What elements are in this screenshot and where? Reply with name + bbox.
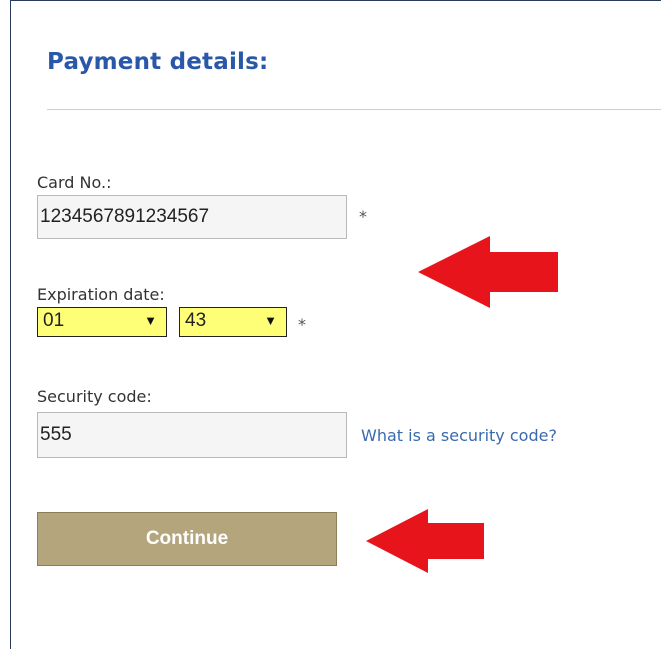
red-arrow-left-icon bbox=[418, 236, 558, 308]
expiration-required-mark: * bbox=[298, 315, 306, 334]
expiration-year-value: 43 bbox=[185, 310, 207, 331]
title-divider bbox=[47, 109, 661, 110]
card-required-mark: * bbox=[359, 207, 367, 226]
caret-down-icon: ▼ bbox=[264, 313, 277, 328]
card-number-input[interactable]: 1234567891234567 bbox=[37, 195, 347, 239]
security-code-label: Security code: bbox=[37, 387, 152, 406]
expiration-month-select[interactable]: 01 ▼ bbox=[37, 307, 167, 337]
expiration-date-label: Expiration date: bbox=[37, 285, 165, 304]
page-title: Payment details: bbox=[47, 49, 269, 75]
expiration-year-select[interactable]: 43 ▼ bbox=[179, 307, 287, 337]
security-code-help-link[interactable]: What is a security code? bbox=[361, 426, 557, 445]
card-number-label: Card No.: bbox=[37, 173, 112, 192]
continue-button[interactable]: Continue bbox=[37, 512, 337, 566]
caret-down-icon: ▼ bbox=[144, 313, 157, 328]
payment-panel: Payment details: Card No.: 1234567891234… bbox=[10, 0, 661, 649]
red-arrow-left-icon bbox=[366, 509, 484, 573]
expiration-month-value: 01 bbox=[43, 310, 65, 331]
security-code-input[interactable]: 555 bbox=[37, 412, 347, 458]
